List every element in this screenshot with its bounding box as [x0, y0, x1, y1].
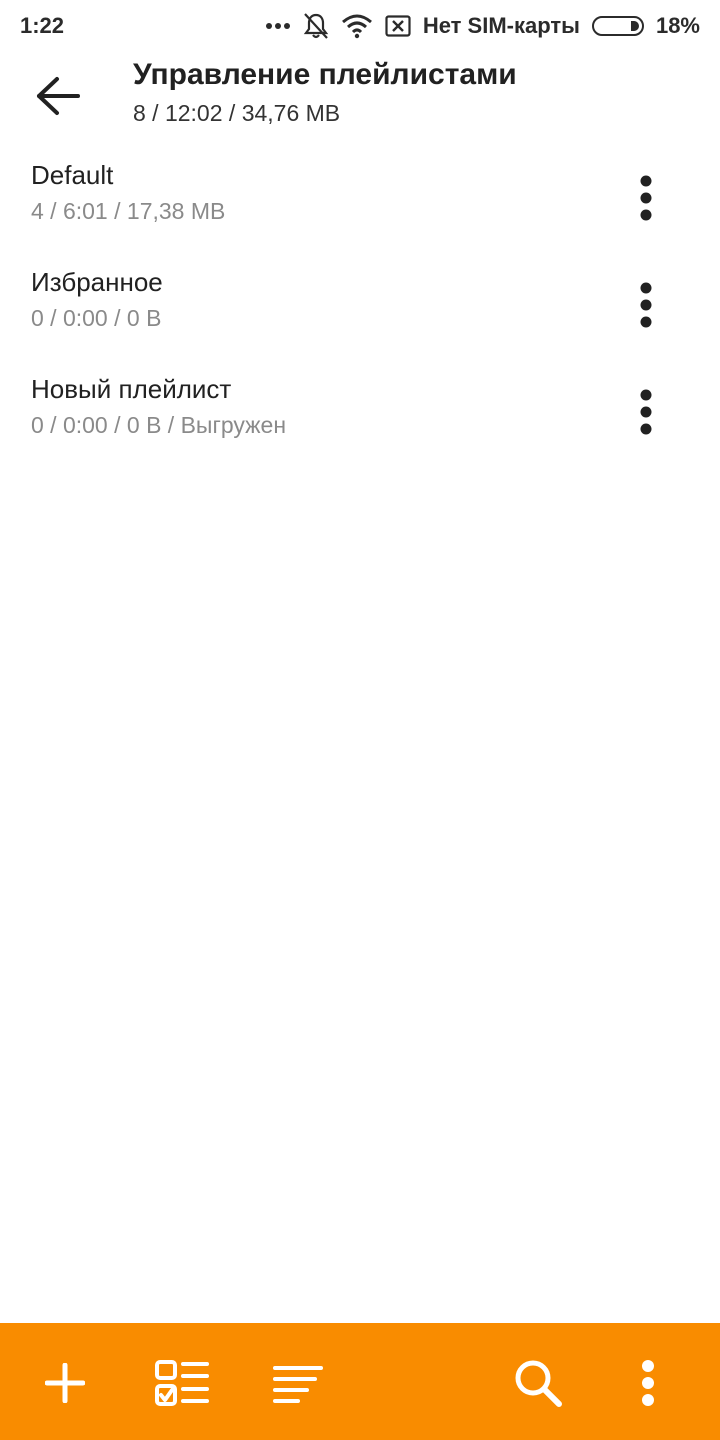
playlist-item-default[interactable]: Default 4 / 6:01 / 17,38 MB — [0, 148, 720, 255]
back-button[interactable] — [24, 64, 92, 128]
playlist-list: Default 4 / 6:01 / 17,38 MB Избранное 0 … — [0, 148, 720, 469]
select-button[interactable] — [150, 1351, 214, 1415]
page-title: Управление плейлистами — [133, 58, 517, 91]
playlist-menu-button[interactable] — [616, 382, 676, 442]
bottom-toolbar — [0, 1323, 720, 1440]
more-vertical-icon — [642, 1360, 654, 1406]
more-options-button[interactable] — [616, 1351, 680, 1415]
checklist-icon — [155, 1360, 209, 1406]
status-icons: Нет SIM-карты 18% — [265, 12, 700, 40]
sort-lines-icon — [273, 1366, 323, 1403]
sim-x-icon — [385, 15, 411, 37]
status-bar: 1:22 Нет SIM-карты 18% — [0, 0, 720, 52]
playlist-details: 0 / 0:00 / 0 B / Выгружен — [31, 412, 287, 438]
add-playlist-button[interactable] — [33, 1351, 97, 1415]
playlist-item-new[interactable]: Новый плейлист 0 / 0:00 / 0 B / Выгружен — [0, 362, 720, 469]
battery-icon — [591, 16, 644, 36]
carrier-text: Нет SIM-карты — [422, 13, 580, 38]
app-bar: Управление плейлистами 8 / 12:02 / 34,76… — [0, 52, 720, 140]
screen: 1:22 Нет SIM-карты 18% Управление плейли… — [0, 0, 720, 1440]
playlist-name: Default — [31, 160, 114, 190]
bell-off-icon — [303, 12, 329, 40]
more-vertical-icon — [640, 389, 652, 435]
search-icon — [515, 1360, 562, 1407]
playlist-name: Новый плейлист — [31, 374, 232, 404]
playlist-name: Избранное — [31, 267, 163, 297]
more-dots-icon — [265, 22, 291, 30]
plus-icon — [45, 1363, 85, 1403]
battery-level — [630, 21, 639, 31]
arrow-left-icon — [37, 77, 80, 115]
playlist-menu-button[interactable] — [616, 168, 676, 228]
more-vertical-icon — [640, 175, 652, 221]
sort-button[interactable] — [266, 1351, 330, 1415]
playlist-details: 0 / 0:00 / 0 B — [31, 305, 162, 331]
battery-percent: 18% — [655, 13, 700, 38]
wifi-icon — [341, 13, 373, 39]
status-time: 1:22 — [20, 13, 65, 38]
page-subtitle: 8 / 12:02 / 34,76 MB — [133, 100, 341, 126]
search-button[interactable] — [506, 1351, 570, 1415]
more-vertical-icon — [640, 282, 652, 328]
playlist-item-favorites[interactable]: Избранное 0 / 0:00 / 0 B — [0, 255, 720, 362]
playlist-details: 4 / 6:01 / 17,38 MB — [31, 198, 226, 224]
playlist-menu-button[interactable] — [616, 275, 676, 335]
